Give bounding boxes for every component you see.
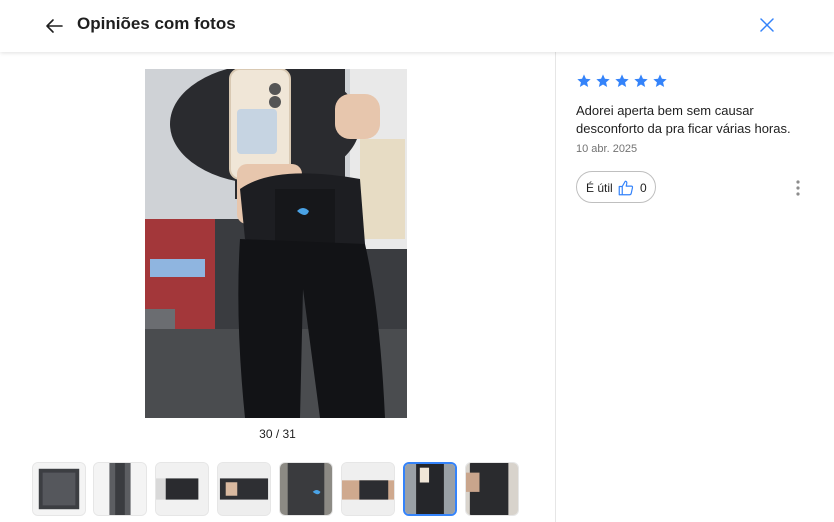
panel-divider <box>555 52 556 522</box>
thumbnail-1[interactable] <box>32 462 86 516</box>
thumbs-up-icon <box>618 180 634 196</box>
rating-stars <box>576 73 671 91</box>
useful-button[interactable]: É útil 0 <box>576 171 656 203</box>
back-button[interactable] <box>40 12 68 40</box>
more-vertical-icon <box>796 180 800 196</box>
star-icon <box>615 74 629 87</box>
thumbnail-7[interactable] <box>403 462 457 516</box>
star-icon <box>577 74 591 87</box>
useful-label: É útil <box>586 181 613 195</box>
arrow-left-icon <box>46 19 63 33</box>
useful-count: 0 <box>640 181 647 195</box>
thumbnail-6[interactable] <box>341 462 395 516</box>
star-icon <box>634 74 648 87</box>
page-title: Opiniões com fotos <box>77 14 236 33</box>
close-icon <box>760 18 774 32</box>
thumbnail-8[interactable] <box>465 462 519 516</box>
thumbnail-4[interactable] <box>217 462 271 516</box>
more-options-button[interactable] <box>790 178 806 198</box>
review-date: 10 abr. 2025 <box>576 143 638 155</box>
star-icon <box>596 74 610 87</box>
thumbnail-2[interactable] <box>93 462 147 516</box>
star-icon <box>653 74 667 87</box>
thumbnail-3[interactable] <box>155 462 209 516</box>
close-button[interactable] <box>754 12 780 38</box>
review-photo <box>145 69 407 418</box>
review-text: Adorei aperta bem sem causar desconforto… <box>576 103 791 136</box>
header: Opiniões com fotos <box>0 0 834 52</box>
gallery-counter: 30 / 31 <box>259 427 296 441</box>
thumbnail-5[interactable] <box>279 462 333 516</box>
